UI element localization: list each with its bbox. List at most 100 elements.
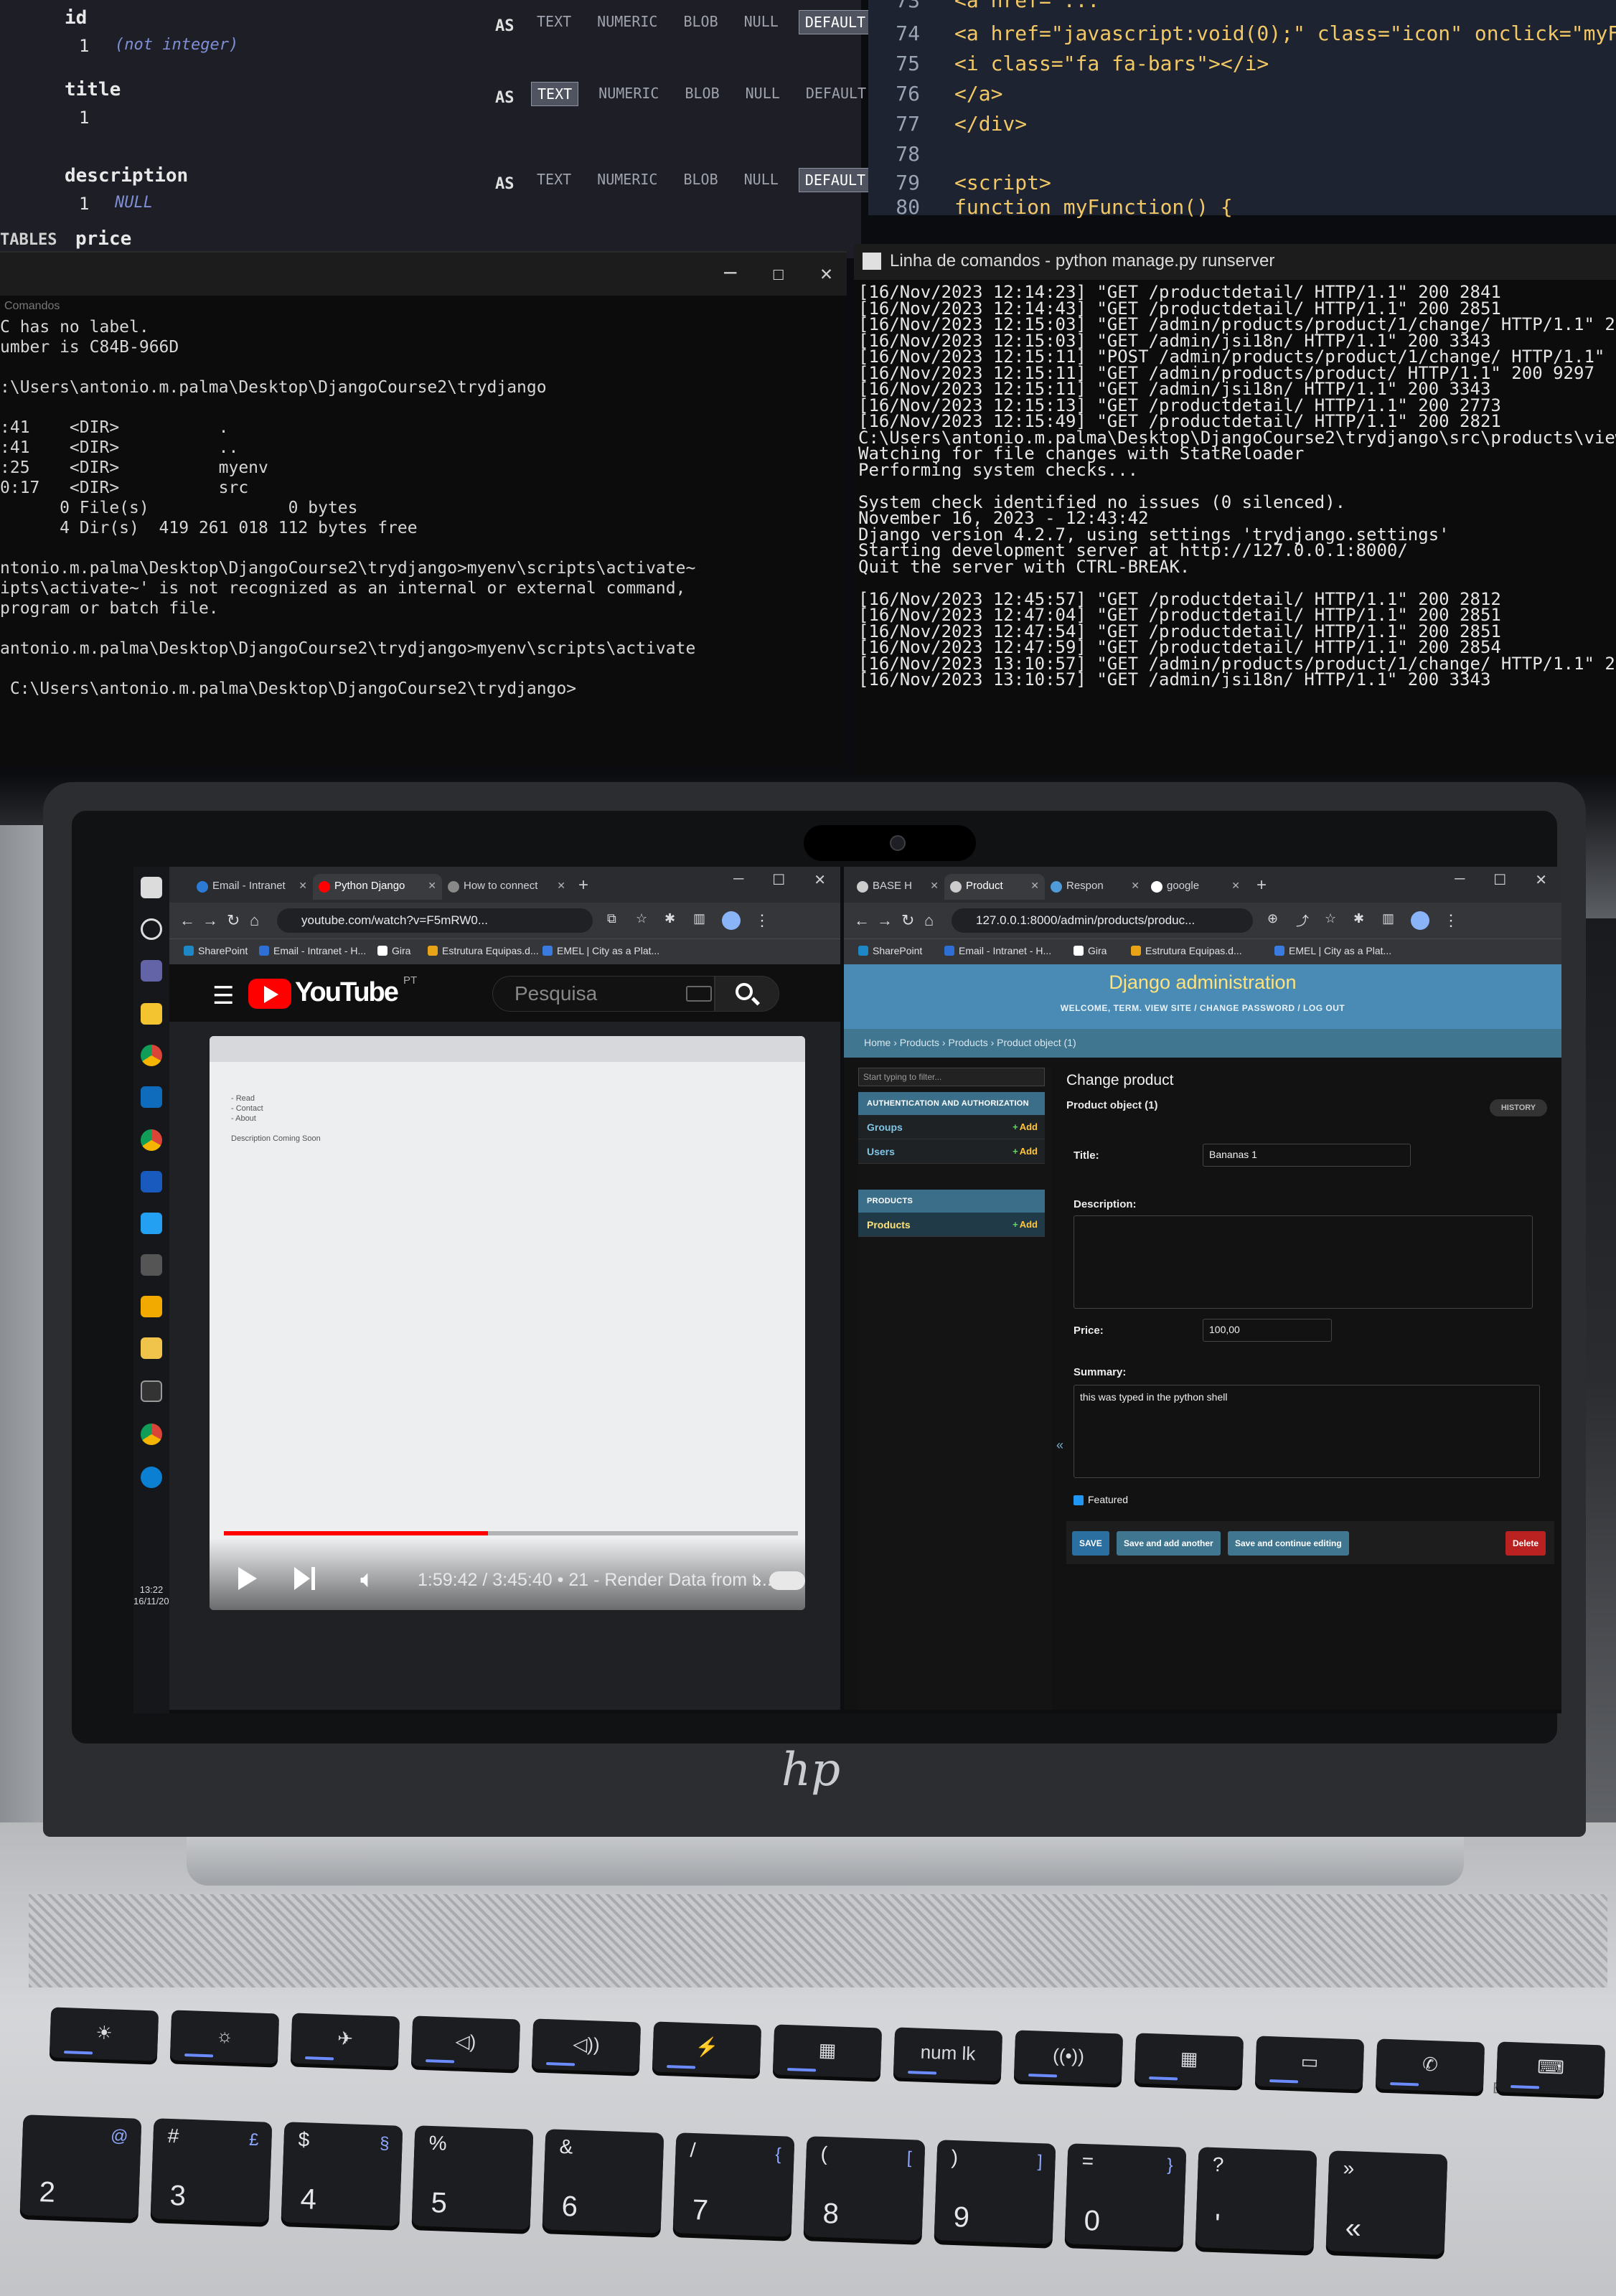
- sidepanel-icon[interactable]: ▥: [693, 911, 705, 926]
- save-button[interactable]: SAVE: [1072, 1531, 1109, 1556]
- site-title[interactable]: Django administration: [844, 971, 1561, 994]
- db-type-option[interactable]: NUMERIC: [593, 82, 664, 106]
- chrome-icon[interactable]: [141, 1129, 162, 1151]
- outlook-icon[interactable]: [141, 1086, 162, 1108]
- maximize-icon[interactable]: ☐: [772, 261, 784, 285]
- youtube-search-button[interactable]: [715, 976, 779, 1012]
- menu-icon[interactable]: ⋮: [1443, 911, 1459, 930]
- taskbar-clock[interactable]: 13:22 16/11/2023: [133, 1584, 179, 1607]
- sidebar-item-groups[interactable]: Groups Add: [858, 1115, 1045, 1139]
- close-icon[interactable]: ✕: [930, 880, 939, 892]
- new-tab-icon[interactable]: +: [1256, 875, 1267, 895]
- windows-icon[interactable]: [141, 877, 162, 898]
- notes-icon[interactable]: [141, 1337, 162, 1359]
- puzzle-icon[interactable]: ✱: [1353, 911, 1364, 926]
- home-icon[interactable]: ⌂: [250, 911, 259, 930]
- word-icon[interactable]: [141, 1171, 162, 1192]
- sidebar-item-users[interactable]: Users Add: [858, 1139, 1045, 1164]
- db-type-option[interactable]: DEFAULT: [800, 82, 872, 106]
- db-type-option-selected[interactable]: TEXT: [531, 82, 579, 106]
- forward-icon[interactable]: →: [202, 911, 218, 930]
- home-icon[interactable]: ⌂: [924, 911, 934, 930]
- address-bar[interactable]: 127.0.0.1:8000/admin/products/produc...: [952, 908, 1253, 933]
- sidebar-item-products[interactable]: Products Add: [858, 1213, 1045, 1237]
- number-key[interactable]: ) 9]: [934, 2140, 1056, 2244]
- sidepanel-icon[interactable]: ▥: [1382, 911, 1394, 926]
- db-type-option[interactable]: NUMERIC: [591, 10, 663, 34]
- bookmark-emel[interactable]: EMEL | City as a Plat...: [542, 945, 659, 956]
- close-icon[interactable]: ✕: [1131, 880, 1140, 892]
- user-tools[interactable]: WELCOME, TERM. VIEW SITE / CHANGE PASSWO…: [844, 1003, 1561, 1013]
- forward-icon[interactable]: →: [877, 911, 893, 930]
- youtube-video-player[interactable]: - Read - Contact - About Description Com…: [210, 1036, 805, 1610]
- db-type-option-selected[interactable]: DEFAULT: [798, 168, 873, 192]
- tab-how-to-connect[interactable]: How to connect ✕: [442, 874, 571, 900]
- bookmark-estrutura[interactable]: Estrutura Equipas.d...: [428, 945, 539, 956]
- function-key[interactable]: ✆: [1375, 2038, 1485, 2093]
- db-type-option[interactable]: NULL: [738, 168, 784, 192]
- number-key[interactable]: $4 §: [281, 2122, 403, 2226]
- new-tab-icon[interactable]: +: [578, 875, 588, 895]
- model-link[interactable]: Groups: [867, 1121, 903, 1133]
- menu-icon[interactable]: ⋮: [754, 911, 770, 930]
- search-icon[interactable]: [141, 918, 162, 940]
- youtube-search-input[interactable]: Pesquisa: [492, 976, 715, 1012]
- function-key[interactable]: ✈: [290, 2013, 400, 2067]
- youtube-wordmark[interactable]: YouTube: [295, 977, 399, 1008]
- db-type-option[interactable]: TEXT: [531, 10, 577, 34]
- close-icon[interactable]: ✕: [1535, 871, 1547, 889]
- function-key[interactable]: ▦: [772, 2024, 883, 2079]
- tab-email[interactable]: Email - Intranet ✕: [191, 874, 313, 900]
- function-key[interactable]: ((•)): [1013, 2030, 1124, 2084]
- explorer-icon[interactable]: [141, 1003, 162, 1025]
- bookmark-star-icon[interactable]: ☆: [1325, 911, 1336, 926]
- number-key[interactable]: / 7 {: [672, 2132, 795, 2237]
- add-link[interactable]: Add: [1013, 1121, 1038, 1132]
- terminal-icon[interactable]: [141, 1254, 162, 1276]
- minimize-icon[interactable]: ─: [733, 871, 743, 889]
- edge-icon[interactable]: [141, 1467, 162, 1488]
- minimize-icon[interactable]: ─: [1455, 871, 1465, 889]
- zoom-icon[interactable]: ⊕: [1267, 911, 1278, 926]
- bookmark-sharepoint[interactable]: SharePoint: [184, 945, 248, 956]
- add-link[interactable]: Add: [1013, 1219, 1038, 1230]
- number-key[interactable]: ? ': [1195, 2147, 1317, 2252]
- paint-icon[interactable]: [141, 1296, 162, 1317]
- function-key[interactable]: num lk: [893, 2027, 1003, 2081]
- db-type-option[interactable]: BLOB: [677, 10, 723, 34]
- number-key[interactable]: % 5: [411, 2125, 534, 2230]
- function-key[interactable]: ▦: [1134, 2033, 1244, 2087]
- volume-icon[interactable]: 🔈︎: [360, 1566, 375, 1594]
- bookmark-star-icon[interactable]: ☆: [636, 911, 647, 926]
- bookmark-estrutura[interactable]: Estrutura Equipas.d...: [1131, 945, 1242, 956]
- tab-google[interactable]: google ✕: [1145, 874, 1246, 900]
- video-progress-track[interactable]: [224, 1531, 798, 1535]
- function-key[interactable]: ◁)): [531, 2018, 642, 2073]
- reload-icon[interactable]: ↻: [901, 911, 914, 930]
- tab-youtube[interactable]: Python Django ✕: [313, 874, 442, 900]
- save-continue-button[interactable]: Save and continue editing: [1228, 1531, 1349, 1556]
- featured-checkbox[interactable]: [1074, 1495, 1084, 1505]
- model-link[interactable]: Products: [867, 1219, 911, 1231]
- function-key[interactable]: ▭: [1254, 2036, 1365, 2090]
- hamburger-menu-icon[interactable]: ☰: [212, 982, 234, 1010]
- function-key[interactable]: ⚡: [652, 2021, 762, 2076]
- close-icon[interactable]: ✕: [814, 871, 826, 889]
- number-key[interactable]: (8 [: [803, 2136, 926, 2241]
- function-key[interactable]: ◁): [410, 2015, 521, 2070]
- delete-button[interactable]: Delete: [1505, 1531, 1546, 1556]
- profile-avatar[interactable]: [722, 911, 741, 930]
- nav-filter-input[interactable]: Start typing to filter...: [858, 1068, 1045, 1086]
- description-field[interactable]: [1074, 1215, 1533, 1309]
- add-link[interactable]: Add: [1013, 1146, 1038, 1157]
- close-icon[interactable]: ✕: [428, 880, 436, 892]
- chapter-title[interactable]: • 21 - Render Data from t...: [558, 1570, 772, 1590]
- close-icon[interactable]: ✕: [1231, 880, 1240, 892]
- breadcrumb[interactable]: Home › Products › Products › Product obj…: [844, 1029, 1561, 1058]
- tab-base-html[interactable]: BASE H ✕: [851, 874, 944, 900]
- profile-avatar[interactable]: [1411, 911, 1429, 930]
- teams-icon[interactable]: [141, 960, 162, 982]
- vscode-icon[interactable]: [141, 1213, 162, 1234]
- sidebar-toggle-icon[interactable]: «: [1056, 1438, 1063, 1453]
- bookmark-gira[interactable]: Gira: [377, 945, 410, 956]
